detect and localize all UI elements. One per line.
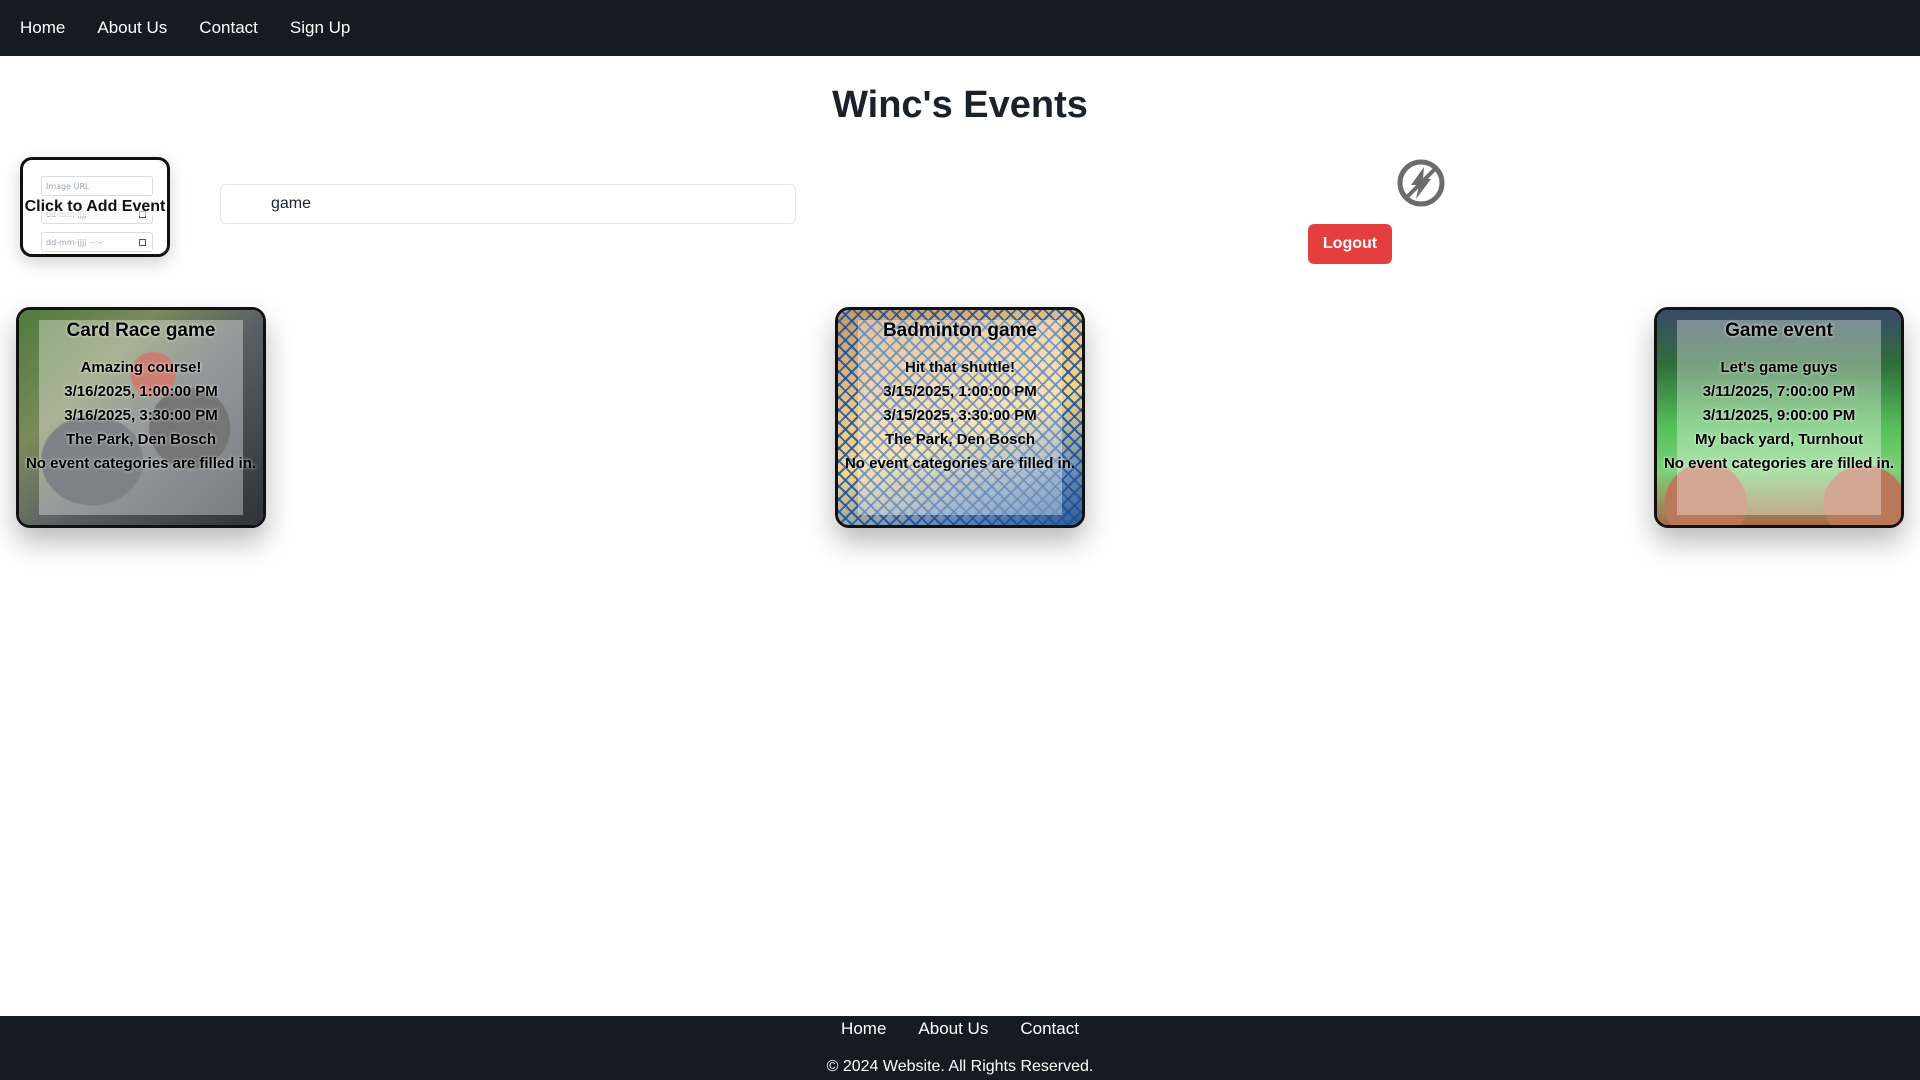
ghost-image-url-field: Image URL bbox=[41, 176, 153, 196]
calendar-icon bbox=[139, 239, 146, 246]
event-card[interactable]: Badminton game Hit that shuttle! 3/15/20… bbox=[835, 307, 1085, 528]
event-location: My back yard, Turnhout bbox=[1694, 431, 1864, 448]
page-title: Winc's Events bbox=[832, 84, 1088, 126]
event-start-time: 3/15/2025, 1:00:00 PM bbox=[883, 383, 1037, 400]
nav-link-contact[interactable]: Contact bbox=[199, 18, 258, 38]
search-input[interactable] bbox=[220, 184, 796, 224]
event-description: Let's game guys bbox=[1720, 359, 1838, 376]
event-location: The Park, Den Bosch bbox=[65, 431, 217, 448]
footer-link-contact[interactable]: Contact bbox=[1020, 1019, 1079, 1039]
event-categories: No event categories are filled in. bbox=[844, 455, 1076, 472]
add-event-tile[interactable]: Image URL dd-mm-jjjj dd-mm-jjjj --:-- Cl… bbox=[20, 157, 170, 257]
ghost-end-date-text: dd-mm-jjjj --:-- bbox=[46, 238, 104, 247]
logout-button[interactable]: Logout bbox=[1308, 224, 1392, 264]
event-card[interactable]: Game event Let's game guys 3/11/2025, 7:… bbox=[1654, 307, 1904, 528]
card-body: Card Race game Amazing course! 3/16/2025… bbox=[19, 320, 263, 476]
ghost-end-date-field: dd-mm-jjjj --:-- bbox=[41, 232, 153, 252]
footer: Home About Us Contact © 2024 Website. Al… bbox=[0, 1016, 1920, 1080]
event-card[interactable]: Card Race game Amazing course! 3/16/2025… bbox=[16, 307, 266, 528]
card-body: Game event Let's game guys 3/11/2025, 7:… bbox=[1657, 320, 1901, 476]
footer-link-home[interactable]: Home bbox=[841, 1019, 886, 1039]
event-description: Hit that shuttle! bbox=[905, 359, 1015, 376]
event-end-time: 3/11/2025, 9:00:00 PM bbox=[1702, 407, 1856, 424]
add-event-label: Click to Add Event bbox=[23, 198, 167, 216]
event-title: Badminton game bbox=[882, 320, 1038, 341]
event-description: Amazing course! bbox=[80, 359, 202, 376]
event-location: The Park, Den Bosch bbox=[884, 431, 1036, 448]
bolt-off-icon[interactable] bbox=[1396, 158, 1446, 208]
nav-link-about-us[interactable]: About Us bbox=[97, 18, 167, 38]
copyright-text: © 2024 Website. All Rights Reserved. bbox=[826, 1058, 1094, 1075]
nav-link-home[interactable]: Home bbox=[20, 18, 65, 38]
nav-link-sign-up[interactable]: Sign Up bbox=[290, 18, 350, 38]
event-start-time: 3/16/2025, 1:00:00 PM bbox=[64, 383, 218, 400]
top-nav: Home About Us Contact Sign Up bbox=[0, 0, 1920, 56]
event-start-time: 3/11/2025, 7:00:00 PM bbox=[1702, 383, 1856, 400]
event-end-time: 3/15/2025, 3:30:00 PM bbox=[883, 407, 1037, 424]
event-title: Game event bbox=[1725, 320, 1833, 341]
event-title: Card Race game bbox=[66, 320, 216, 341]
card-body: Badminton game Hit that shuttle! 3/15/20… bbox=[838, 320, 1082, 476]
footer-links: Home About Us Contact bbox=[0, 1016, 1920, 1042]
footer-link-about-us[interactable]: About Us bbox=[918, 1019, 988, 1039]
event-categories: No event categories are filled in. bbox=[1663, 455, 1895, 472]
event-end-time: 3/16/2025, 3:30:00 PM bbox=[64, 407, 218, 424]
event-categories: No event categories are filled in. bbox=[25, 455, 257, 472]
